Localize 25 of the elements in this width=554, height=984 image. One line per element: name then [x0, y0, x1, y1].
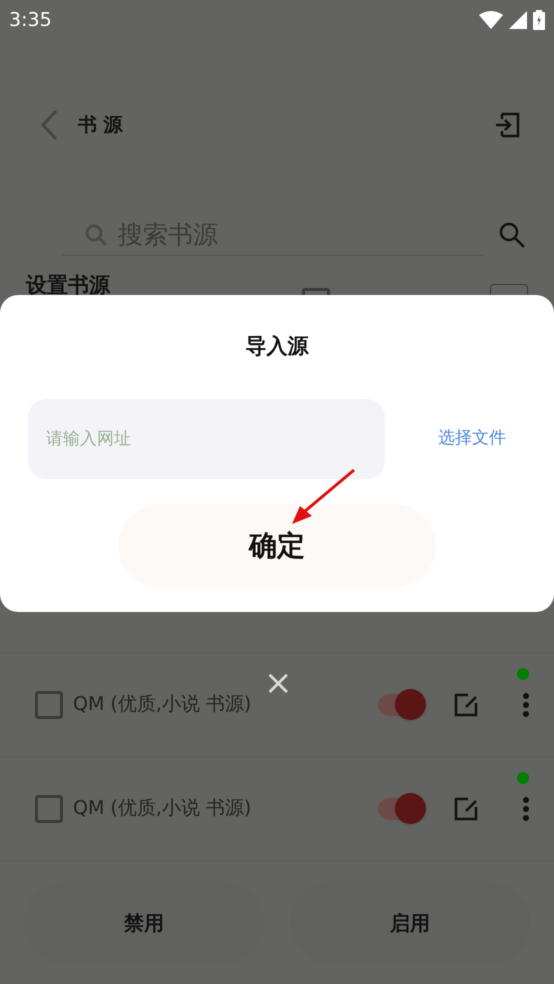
close-button[interactable]: ×: [264, 670, 292, 696]
edit-icon[interactable]: [454, 796, 478, 820]
source-name: QM (优质,小说 书源): [73, 692, 252, 718]
more-icon[interactable]: [522, 692, 530, 716]
page-title: 书 源: [78, 112, 123, 138]
wifi-icon: [479, 11, 503, 29]
battery-icon: [533, 10, 545, 30]
url-field[interactable]: 请输入网址: [28, 398, 385, 478]
dialog-title: 导入源: [246, 333, 308, 360]
toggle-switch[interactable]: [376, 792, 426, 824]
choose-file-link[interactable]: 选择文件: [438, 426, 506, 452]
signal-icon: [509, 11, 527, 29]
search-icon: [84, 222, 108, 246]
checkbox[interactable]: [35, 794, 63, 822]
confirm-button[interactable]: 确定: [118, 504, 436, 588]
checkbox[interactable]: [35, 690, 63, 718]
source-name: QM (优质,小说 书源): [73, 796, 252, 822]
import-icon[interactable]: [494, 112, 520, 138]
edit-icon[interactable]: [454, 692, 478, 716]
arrow-drawing: [290, 468, 356, 526]
section-title: 设置书源: [26, 272, 110, 299]
toggle-switch[interactable]: [376, 688, 426, 720]
search-icon[interactable]: [498, 221, 526, 249]
more-icon[interactable]: [522, 796, 530, 820]
status-time: 3:35: [9, 8, 52, 33]
